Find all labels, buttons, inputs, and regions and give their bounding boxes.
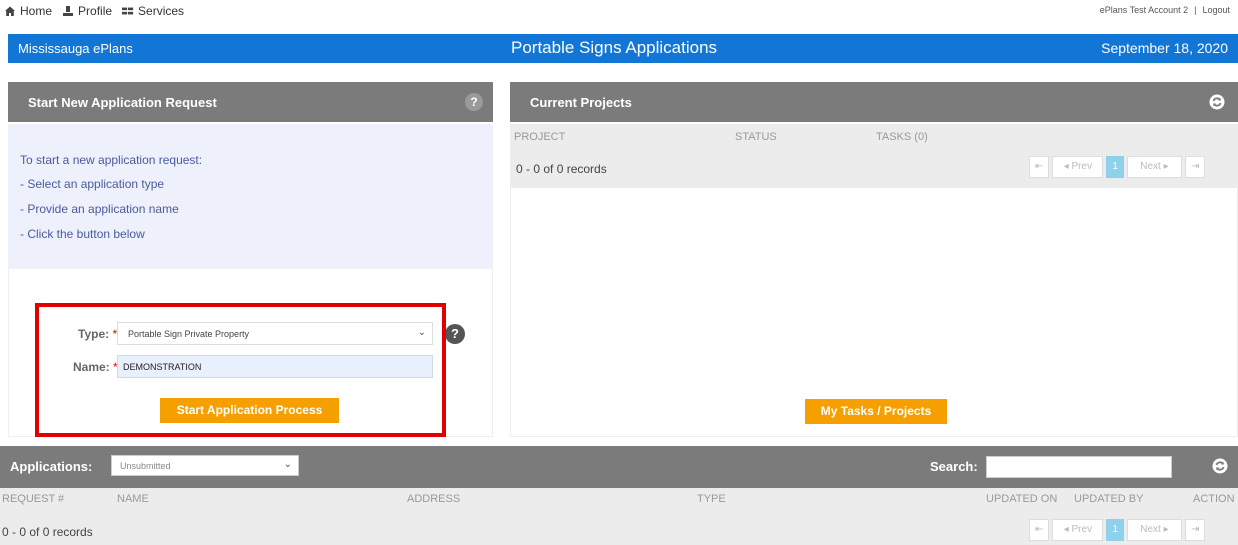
projects-records-count: 0 - 0 of 0 records <box>516 162 607 176</box>
instructions-box: To start a new application request: - Se… <box>8 124 493 269</box>
new-request-title: Start New Application Request <box>28 95 217 110</box>
column-header-request[interactable]: REQUEST # <box>2 493 64 505</box>
column-header-status[interactable]: STATUS <box>735 131 777 143</box>
profile-link[interactable]: Profile <box>62 4 112 18</box>
next-page-button[interactable]: Next ▸ <box>1126 156 1182 178</box>
instruction-line: - Provide an application name <box>20 202 179 216</box>
grid-icon <box>122 7 134 15</box>
column-header-action[interactable]: ACTION <box>1193 493 1235 505</box>
account-separator: | <box>1194 5 1197 15</box>
chevron-down-icon: ⌄ <box>283 459 292 470</box>
refresh-icon[interactable] <box>1212 458 1228 474</box>
home-icon <box>5 6 15 16</box>
column-header-updated-by[interactable]: UPDATED BY <box>1074 493 1143 505</box>
applications-filter-select[interactable]: Unsubmitted ⌄ <box>111 455 299 476</box>
highlight-box <box>35 303 446 437</box>
services-link-label: Services <box>138 4 185 18</box>
new-request-header: Start New Application Request ? <box>8 82 493 122</box>
profile-link-label: Profile <box>78 4 113 18</box>
account-area: ePlans Test Account 2 | Logout <box>1100 5 1230 15</box>
search-label: Search: <box>930 459 978 474</box>
refresh-icon[interactable] <box>1209 94 1225 110</box>
type-help-icon[interactable]: ? <box>445 324 465 344</box>
page-title: Portable Signs Applications <box>511 38 718 57</box>
current-projects-header: Current Projects <box>510 82 1238 122</box>
next-page-button[interactable]: Next ▸ <box>1126 519 1182 541</box>
home-link[interactable]: Home <box>4 4 52 18</box>
applications-title: Applications: <box>10 459 93 474</box>
current-date: September 18, 2020 <box>1101 40 1228 56</box>
instruction-line: To start a new application request: <box>20 153 203 167</box>
current-projects-title: Current Projects <box>530 95 632 110</box>
top-nav: Home Profile Services ePlans Test Accoun… <box>0 0 1238 32</box>
column-header-updated-on[interactable]: UPDATED ON <box>986 493 1057 505</box>
page-number-button[interactable]: 1 <box>1106 519 1124 541</box>
top-nav-links: Home Profile Services <box>4 4 184 18</box>
services-link[interactable]: Services <box>122 4 184 18</box>
column-header-name[interactable]: NAME <box>117 493 149 505</box>
first-page-button[interactable]: ⇤ <box>1029 519 1050 541</box>
column-header-tasks[interactable]: TASKS (0) <box>876 131 928 143</box>
page-number-button[interactable]: 1 <box>1106 156 1124 178</box>
applications-pager: ⇤ ◂ Prev 1 Next ▸ ⇥ <box>1029 519 1206 541</box>
prev-page-button[interactable]: ◂ Prev <box>1052 156 1104 178</box>
user-icon <box>63 6 74 16</box>
first-page-button[interactable]: ⇤ <box>1029 156 1050 178</box>
help-icon[interactable]: ? <box>465 93 483 111</box>
last-page-button[interactable]: ⇥ <box>1184 156 1206 178</box>
applications-records-count: 0 - 0 of 0 records <box>2 525 93 539</box>
last-page-button[interactable]: ⇥ <box>1184 519 1206 541</box>
column-header-address[interactable]: ADDRESS <box>407 493 460 505</box>
column-header-project[interactable]: PROJECT <box>514 131 565 143</box>
home-link-label: Home <box>20 4 53 18</box>
applications-filter-value: Unsubmitted <box>120 461 171 471</box>
site-name: Mississauga ePlans <box>18 41 133 56</box>
account-name[interactable]: ePlans Test Account 2 <box>1100 5 1188 15</box>
column-header-type[interactable]: TYPE <box>697 493 726 505</box>
prev-page-button[interactable]: ◂ Prev <box>1052 519 1104 541</box>
projects-pager: ⇤ ◂ Prev 1 Next ▸ ⇥ <box>1029 156 1206 178</box>
title-bar: Mississauga ePlans Portable Signs Applic… <box>8 34 1238 63</box>
search-input[interactable] <box>986 456 1172 478</box>
instruction-line: - Select an application type <box>20 177 165 191</box>
instruction-line: - Click the button below <box>20 227 145 241</box>
my-tasks-button[interactable]: My Tasks / Projects <box>805 399 947 424</box>
logout-link[interactable]: Logout <box>1202 5 1230 15</box>
